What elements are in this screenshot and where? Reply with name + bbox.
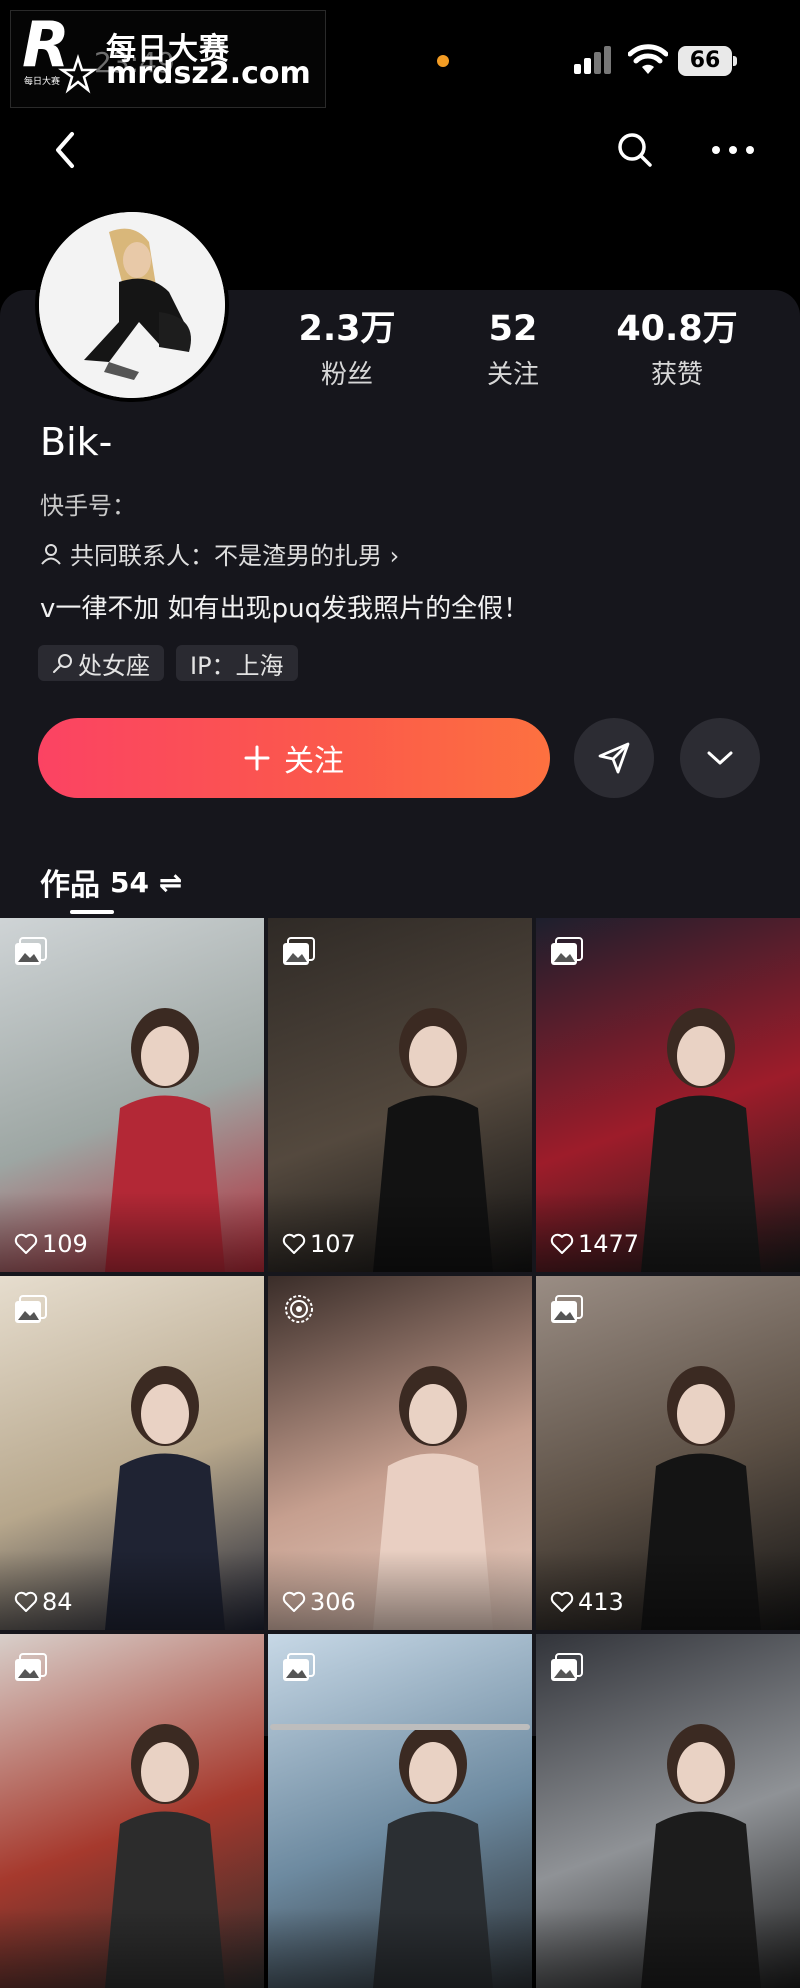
stat-value: 52 [488, 309, 538, 349]
tag-label: 处女座 [78, 651, 150, 680]
post-likes-count: 107 [310, 1230, 356, 1258]
works-label: 作品 [40, 868, 100, 903]
thumbnail-shade [0, 1908, 264, 1988]
home-indicator [270, 1724, 530, 1730]
post-thumbnail[interactable]: 1477 [536, 918, 800, 1272]
more-options-button[interactable] [708, 125, 758, 175]
common-contact-text: 共同联系人：不是渣男的扎男 › [70, 542, 400, 570]
live-photo-icon [285, 1295, 313, 1323]
gallery-icon [15, 1295, 47, 1323]
search-icon [53, 654, 72, 673]
tab-works[interactable]: 作品 54 ⇌ [40, 860, 182, 904]
tab-underline [70, 910, 114, 914]
wifi-icon [628, 44, 668, 74]
works-count: 54 ⇌ [110, 865, 183, 899]
watermark-logo: R 每日大赛 [22, 14, 98, 94]
signal-icon [574, 46, 611, 74]
heart-icon [550, 1591, 574, 1612]
follow-label: 关注 [284, 744, 344, 779]
gallery-icon [283, 1653, 315, 1681]
post-thumbnail[interactable]: 107 [268, 918, 532, 1272]
back-button[interactable] [40, 125, 90, 175]
post-likes: 413 [550, 1588, 624, 1616]
follow-button[interactable]: 关注 [38, 718, 550, 798]
thumbnail-shade [536, 1908, 800, 1988]
share-button[interactable] [574, 718, 654, 798]
gallery-icon [15, 1653, 47, 1681]
username: Bik- [40, 420, 113, 464]
tag-label: IP：上海 [190, 651, 284, 680]
post-likes: 107 [282, 1230, 356, 1258]
stat-followers[interactable]: 2.3万 粉丝 [267, 308, 427, 391]
heart-icon [282, 1233, 306, 1254]
gallery-icon [283, 937, 315, 965]
avatar-image [39, 212, 225, 398]
gallery-icon [551, 937, 583, 965]
kuaishou-id[interactable]: 快手号： [40, 486, 136, 521]
post-likes-count: 1477 [578, 1230, 640, 1258]
stat-label: 关注 [486, 360, 539, 390]
plus-icon [244, 745, 270, 771]
heart-icon [14, 1233, 38, 1254]
post-likes-count: 306 [310, 1588, 356, 1616]
battery-tip [733, 56, 737, 66]
chevron-left-icon [56, 132, 74, 168]
thumbnail-shade [268, 1908, 532, 1988]
post-likes-count: 109 [42, 1230, 88, 1258]
gallery-icon [551, 1653, 583, 1681]
avatar[interactable] [35, 208, 229, 402]
post-likes: 306 [282, 1588, 356, 1616]
stat-value: 40.8万 [616, 309, 738, 349]
post-thumbnail[interactable]: 306 [268, 1276, 532, 1630]
tag-zodiac[interactable]: 处女座 [38, 645, 164, 681]
post-thumbnail[interactable]: 109 [0, 918, 264, 1272]
person-icon [41, 543, 61, 565]
post-thumbnail[interactable] [0, 1634, 264, 1988]
post-thumbnail[interactable] [268, 1634, 532, 1988]
stat-likes[interactable]: 40.8万 获赞 [597, 308, 757, 391]
post-likes-count: 84 [42, 1588, 73, 1616]
post-thumbnail[interactable]: 84 [0, 1276, 264, 1630]
stat-value: 2.3万 [298, 309, 396, 349]
watermark-site: mrdsz2.com [106, 56, 311, 91]
stat-following[interactable]: 52 关注 [433, 308, 593, 391]
post-likes: 84 [14, 1588, 73, 1616]
recommend-dropdown-button[interactable] [680, 718, 760, 798]
post-thumbnail[interactable] [536, 1634, 800, 1988]
heart-icon [282, 1591, 306, 1612]
post-thumbnail[interactable]: 413 [536, 1276, 800, 1630]
heart-icon [14, 1591, 38, 1612]
more-icon [712, 146, 754, 154]
search-button[interactable] [610, 125, 660, 175]
stat-label: 粉丝 [320, 360, 373, 390]
common-contact-link[interactable]: 共同联系人：不是渣男的扎男 › [40, 536, 399, 571]
chevron-down-icon [707, 751, 733, 765]
battery-indicator: 66 [678, 46, 732, 76]
post-likes-count: 413 [578, 1588, 624, 1616]
bio: v一律不加 如有出现puq发我照片的全假！ [40, 594, 530, 624]
send-icon [598, 742, 630, 774]
tag-ip-location: IP：上海 [176, 645, 298, 681]
post-likes: 109 [14, 1230, 88, 1258]
svg-text:每日大赛: 每日大赛 [24, 75, 60, 87]
recording-dot [437, 55, 449, 67]
heart-icon [550, 1233, 574, 1254]
stat-label: 获赞 [650, 360, 703, 390]
search-icon [618, 133, 652, 167]
gallery-icon [551, 1295, 583, 1323]
post-likes: 1477 [550, 1230, 639, 1258]
gallery-icon [15, 937, 47, 965]
